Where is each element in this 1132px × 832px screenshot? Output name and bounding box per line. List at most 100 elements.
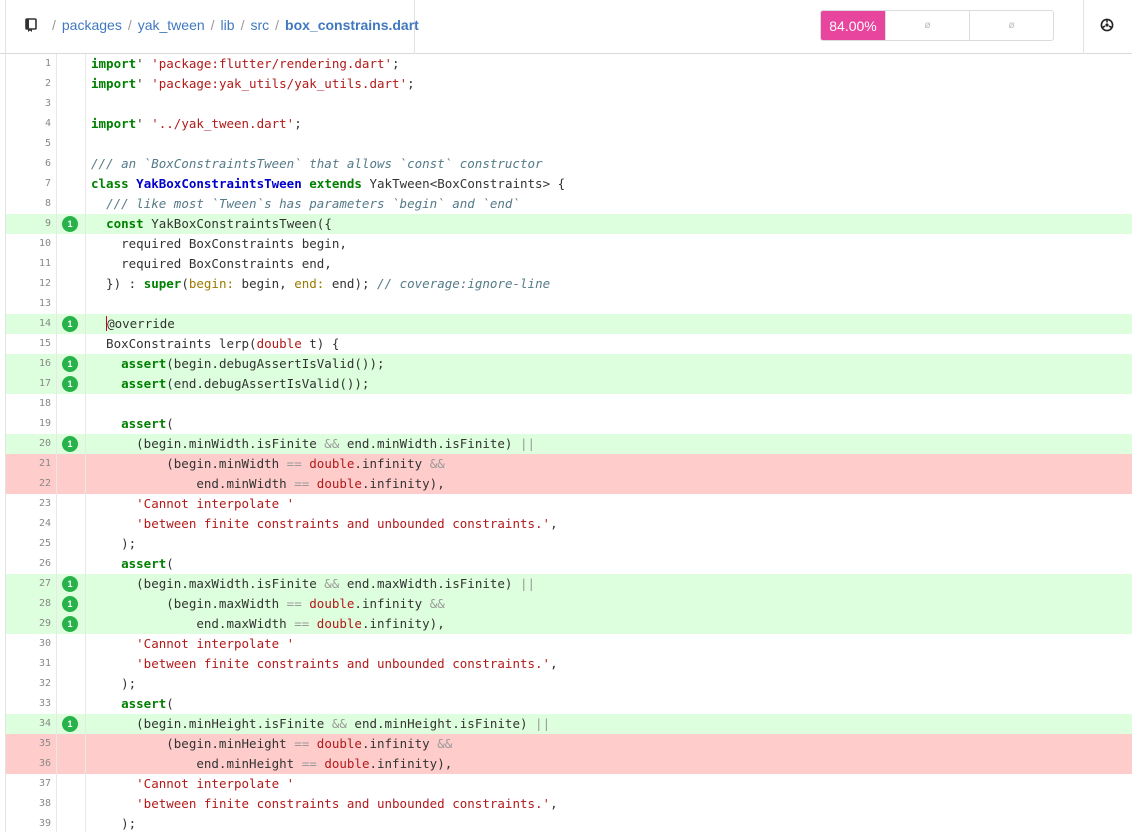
line-number[interactable]: 15	[6, 334, 51, 354]
code-token: double	[309, 456, 355, 471]
hit-gutter	[56, 674, 86, 694]
line-number[interactable]: 16	[6, 354, 51, 374]
hit-gutter	[56, 534, 86, 554]
code-token: (begin.debugAssertIsValid());	[166, 356, 385, 371]
line-number[interactable]: 20	[6, 434, 51, 454]
coverage-diff-cell[interactable]: ø	[885, 11, 969, 40]
line-number[interactable]: 35	[6, 734, 51, 754]
code-line: 14 1 @override	[6, 314, 1132, 334]
code-token: const	[106, 216, 144, 231]
code-token: double	[316, 616, 362, 631]
code-text: required BoxConstraints end,	[91, 254, 332, 274]
breadcrumb-separator: /	[210, 17, 215, 33]
line-number[interactable]: 1	[6, 54, 51, 74]
line-number[interactable]: 29	[6, 614, 51, 634]
code-token: assert	[121, 376, 167, 391]
code-text: end.minHeight == double.infinity),	[91, 754, 452, 774]
code-token: ||	[519, 436, 536, 451]
code-line: 2 import' 'package:yak_utils/yak_utils.da…	[6, 74, 1132, 94]
line-number[interactable]: 10	[6, 234, 51, 254]
code-text: required BoxConstraints begin,	[91, 234, 347, 254]
line-number[interactable]: 18	[6, 394, 51, 414]
code-text: (begin.minHeight.isFinite && end.minHeig…	[91, 714, 550, 734]
code-token: &&	[437, 736, 453, 751]
code-token: &&	[324, 436, 340, 451]
code-line: 12 }) : super(begin: begin, end: end); /…	[6, 274, 1132, 294]
code-token: 'between finite constraints and unbounde…	[136, 656, 551, 671]
coverage-percent-badge[interactable]: 84.00%	[821, 11, 885, 40]
line-number[interactable]: 23	[6, 494, 51, 514]
line-number[interactable]: 6	[6, 154, 51, 174]
code-token: import	[91, 116, 137, 131]
line-number[interactable]: 39	[6, 814, 51, 832]
breadcrumb-link-src[interactable]: src	[250, 17, 269, 33]
line-number[interactable]: 7	[6, 174, 51, 194]
code-line: 3	[6, 94, 1132, 114]
hit-gutter	[56, 94, 86, 114]
code-text: 'between finite constraints and unbounde…	[91, 514, 557, 534]
line-number[interactable]: 2	[6, 74, 51, 94]
coverage-change-cell[interactable]: ø	[969, 11, 1053, 40]
line-number[interactable]: 28	[6, 594, 51, 614]
code-token: (begin.minHeight	[91, 736, 295, 751]
code-token: 'package:flutter/rendering.dart'	[151, 56, 393, 71]
line-number[interactable]: 5	[6, 134, 51, 154]
line-number[interactable]: 14	[6, 314, 51, 334]
hit-gutter: 1	[56, 354, 86, 374]
line-number[interactable]: 38	[6, 794, 51, 814]
hit-gutter: 1	[56, 714, 86, 734]
code-text: BoxConstraints lerp(double t) {	[91, 334, 339, 354]
code-line: 11 required BoxConstraints end,	[6, 254, 1132, 274]
breadcrumb-link-yak-tween[interactable]: yak_tween	[138, 17, 205, 33]
line-number[interactable]: 25	[6, 534, 51, 554]
breadcrumb-link-packages[interactable]: packages	[62, 17, 122, 33]
line-number[interactable]: 37	[6, 774, 51, 794]
line-number[interactable]: 17	[6, 374, 51, 394]
hit-gutter	[56, 634, 86, 654]
breadcrumb-current-file[interactable]: box_constrains.dart	[285, 17, 419, 33]
line-number[interactable]: 30	[6, 634, 51, 654]
line-number[interactable]: 9	[6, 214, 51, 234]
line-number[interactable]: 22	[6, 474, 51, 494]
line-number[interactable]: 27	[6, 574, 51, 594]
line-number[interactable]: 4	[6, 114, 51, 134]
line-number[interactable]: 34	[6, 714, 51, 734]
line-number[interactable]: 33	[6, 694, 51, 714]
line-number[interactable]: 21	[6, 454, 51, 474]
code-token: 'between finite constraints and unbounde…	[136, 796, 551, 811]
code-text: 'Cannot interpolate '	[91, 774, 294, 794]
line-number[interactable]: 31	[6, 654, 51, 674]
line-number[interactable]: 11	[6, 254, 51, 274]
line-number[interactable]: 36	[6, 754, 51, 774]
code-token: @	[106, 316, 115, 331]
code-token: begin:	[188, 276, 235, 291]
line-number[interactable]: 32	[6, 674, 51, 694]
code-token: 'Cannot interpolate '	[136, 776, 295, 791]
code-token: assert	[121, 356, 167, 371]
repo-icon	[25, 18, 37, 32]
code-line: 26 assert(	[6, 554, 1132, 574]
code-line: 7 class YakBoxConstraintsTween extends Ya…	[6, 174, 1132, 194]
line-number[interactable]: 12	[6, 274, 51, 294]
line-number[interactable]: 26	[6, 554, 51, 574]
code-token: &&	[429, 596, 445, 611]
code-token: (	[166, 696, 174, 711]
breadcrumb-link-lib[interactable]: lib	[221, 17, 235, 33]
line-number[interactable]: 3	[6, 94, 51, 114]
line-number[interactable]: 8	[6, 194, 51, 214]
hit-gutter	[56, 814, 86, 832]
line-number[interactable]: 13	[6, 294, 51, 314]
settings-icon[interactable]	[1100, 18, 1114, 32]
line-number[interactable]: 24	[6, 514, 51, 534]
line-number[interactable]: 19	[6, 414, 51, 434]
code-line: 16 1 assert(begin.debugAssertIsValid());	[6, 354, 1132, 374]
code-line: 18	[6, 394, 1132, 414]
code-token: end.minWidth	[91, 476, 295, 491]
code-text: 'between finite constraints and unbounde…	[91, 794, 557, 814]
code-text: (begin.maxWidth.isFinite && end.maxWidth…	[91, 574, 535, 594]
